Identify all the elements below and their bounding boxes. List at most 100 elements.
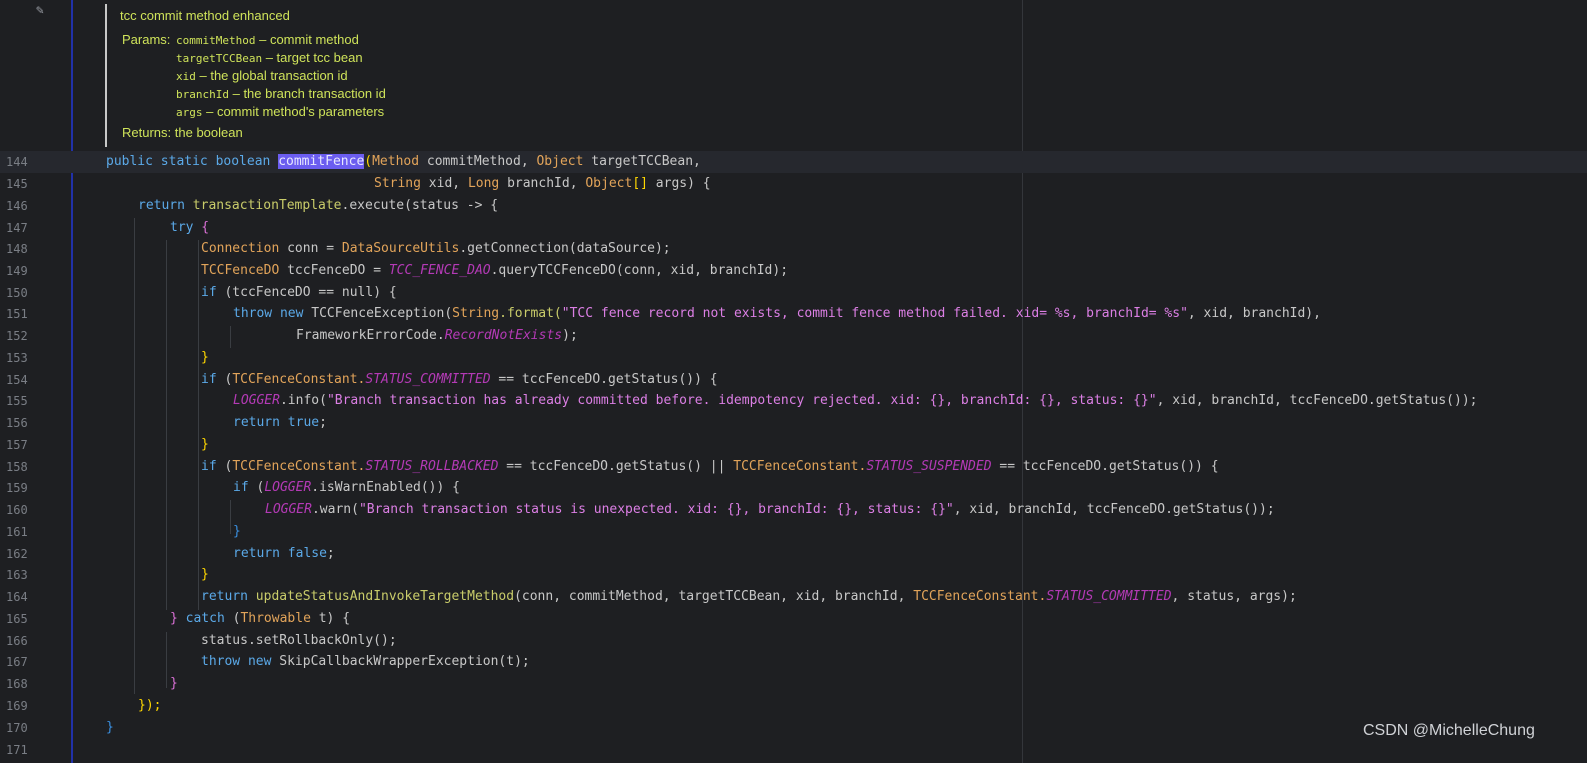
code-text[interactable]: LOGGER.warn("Branch transaction status i… xyxy=(265,499,1275,521)
code-text[interactable]: throw new TCCFenceException(String.forma… xyxy=(233,303,1321,325)
code-text[interactable]: if (TCCFenceConstant.STATUS_ROLLBACKED =… xyxy=(201,456,1219,478)
code-line[interactable]: 149 TCCFenceDO tccFenceDO = TCC_FENCE_DA… xyxy=(0,260,1587,282)
code-line[interactable]: 161 } xyxy=(0,521,1587,543)
code-text[interactable]: return false; xyxy=(233,543,335,565)
param-name: commitMethod xyxy=(176,34,256,47)
returns-desc: the boolean xyxy=(174,125,243,140)
line-number: 155 xyxy=(6,394,28,408)
javadoc-bar xyxy=(105,4,107,147)
param-desc: – the global transaction id xyxy=(195,68,348,83)
line-number: 171 xyxy=(6,743,28,757)
code-line-current[interactable]: 144 public static boolean commitFence(Me… xyxy=(0,151,1587,173)
code-text[interactable]: if (TCCFenceConstant.STATUS_COMMITTED ==… xyxy=(201,369,718,391)
watermark: CSDN @MichelleChung xyxy=(1363,722,1535,739)
code-text[interactable]: } xyxy=(201,564,209,586)
param-name: targetTCCBean xyxy=(176,52,263,65)
code-text[interactable]: status.setRollbackOnly(); xyxy=(201,630,397,652)
javadoc-title: tcc commit method enhanced xyxy=(120,8,290,23)
line-number: 160 xyxy=(6,503,28,517)
line-number: 153 xyxy=(6,351,28,365)
code-line[interactable]: 165 } catch (Throwable t) { xyxy=(0,608,1587,630)
code-text[interactable]: return updateStatusAndInvokeTargetMethod… xyxy=(201,586,1297,608)
line-number: 148 xyxy=(6,242,28,256)
line-number: 164 xyxy=(6,590,28,604)
code-line[interactable]: 146 return transactionTemplate.execute(s… xyxy=(0,195,1587,217)
code-line[interactable]: 171 xyxy=(0,739,1587,761)
param-desc: – target tcc bean xyxy=(262,50,363,65)
param-name: branchId xyxy=(176,88,229,101)
code-line[interactable]: 148 Connection conn = DataSourceUtils.ge… xyxy=(0,238,1587,260)
code-text[interactable]: } xyxy=(201,434,209,456)
line-number: 147 xyxy=(6,221,28,235)
code-text[interactable]: TCCFenceDO tccFenceDO = TCC_FENCE_DAO.qu… xyxy=(201,260,788,282)
code-line[interactable]: 147 try { xyxy=(0,217,1587,239)
code-line[interactable]: 152 FrameworkErrorCode.RecordNotExists); xyxy=(0,325,1587,347)
line-number: 144 xyxy=(6,155,28,169)
code-text[interactable]: } xyxy=(106,717,114,739)
line-number: 146 xyxy=(6,199,28,213)
code-line[interactable]: 166 status.setRollbackOnly(); xyxy=(0,630,1587,652)
code-text[interactable]: LOGGER.info("Branch transaction has alre… xyxy=(233,390,1477,412)
code-line[interactable]: 153 } xyxy=(0,347,1587,369)
line-number: 157 xyxy=(6,438,28,452)
code-text[interactable]: }); xyxy=(138,695,161,717)
code-line[interactable]: 169 }); xyxy=(0,695,1587,717)
rendered-javadoc: tcc commit method enhanced Params: commi… xyxy=(105,0,1005,147)
javadoc-returns-label: Returns: the boolean xyxy=(122,125,243,140)
param-desc: – commit method xyxy=(255,32,359,47)
line-number: 168 xyxy=(6,677,28,691)
line-number: 158 xyxy=(6,460,28,474)
line-number: 161 xyxy=(6,525,28,539)
code-text[interactable]: return true; xyxy=(233,412,327,434)
param-desc: – commit method's parameters xyxy=(202,104,385,119)
code-line[interactable]: 155 LOGGER.info("Branch transaction has … xyxy=(0,390,1587,412)
javadoc-param: commitMethod – commit method xyxy=(176,32,359,47)
javadoc-param: args – commit method's parameters xyxy=(176,104,384,119)
code-text[interactable]: } xyxy=(201,347,209,369)
code-text[interactable]: return transactionTemplate.execute(statu… xyxy=(138,195,498,217)
line-number: 162 xyxy=(6,547,28,561)
code-text[interactable]: FrameworkErrorCode.RecordNotExists); xyxy=(296,325,578,347)
code-line[interactable]: 154 if (TCCFenceConstant.STATUS_COMMITTE… xyxy=(0,369,1587,391)
code-text[interactable]: throw new SkipCallbackWrapperException(t… xyxy=(201,651,530,673)
code-line[interactable]: 163 } xyxy=(0,564,1587,586)
code-line[interactable]: 164 return updateStatusAndInvokeTargetMe… xyxy=(0,586,1587,608)
line-number: 169 xyxy=(6,699,28,713)
line-number: 154 xyxy=(6,373,28,387)
javadoc-param: xid – the global transaction id xyxy=(176,68,348,83)
javadoc-param: branchId – the branch transaction id xyxy=(176,86,386,101)
code-line[interactable]: 150 if (tccFenceDO == null) { xyxy=(0,282,1587,304)
code-line[interactable]: 145 String xid, Long branchId, Object[] … xyxy=(0,173,1587,195)
edit-pencil-icon[interactable]: ✎ xyxy=(36,3,44,18)
code-line[interactable]: 170 } xyxy=(0,717,1587,739)
line-number: 163 xyxy=(6,568,28,582)
code-line[interactable]: 162 return false; xyxy=(0,543,1587,565)
code-line[interactable]: 158 if (TCCFenceConstant.STATUS_ROLLBACK… xyxy=(0,456,1587,478)
code-line[interactable]: 156 return true; xyxy=(0,412,1587,434)
param-desc: – the branch transaction id xyxy=(228,86,386,101)
code-line[interactable]: 151 throw new TCCFenceException(String.f… xyxy=(0,303,1587,325)
javadoc-param: targetTCCBean – target tcc bean xyxy=(176,50,363,65)
line-number: 165 xyxy=(6,612,28,626)
line-number: 149 xyxy=(6,264,28,278)
code-line[interactable]: 160 LOGGER.warn("Branch transaction stat… xyxy=(0,499,1587,521)
code-text[interactable]: public static boolean commitFence(Method… xyxy=(106,151,701,173)
code-line[interactable]: 159 if (LOGGER.isWarnEnabled()) { xyxy=(0,477,1587,499)
code-text[interactable]: String xid, Long branchId, Object[] args… xyxy=(374,173,711,195)
line-number: 166 xyxy=(6,634,28,648)
code-line[interactable]: 157 } xyxy=(0,434,1587,456)
code-text[interactable]: try { xyxy=(170,217,209,239)
line-number: 151 xyxy=(6,307,28,321)
line-number: 156 xyxy=(6,416,28,430)
code-line[interactable]: 167 throw new SkipCallbackWrapperExcepti… xyxy=(0,651,1587,673)
code-text[interactable]: Connection conn = DataSourceUtils.getCon… xyxy=(201,238,671,260)
line-number: 167 xyxy=(6,655,28,669)
code-text[interactable]: } xyxy=(233,521,241,543)
selected-identifier: commitFence xyxy=(278,154,365,169)
code-text[interactable]: if (tccFenceDO == null) { xyxy=(201,282,397,304)
code-line[interactable]: 168 } xyxy=(0,673,1587,695)
code-text[interactable]: } catch (Throwable t) { xyxy=(170,608,350,630)
code-text[interactable]: if (LOGGER.isWarnEnabled()) { xyxy=(233,477,460,499)
code-text[interactable]: } xyxy=(170,673,178,695)
returns-label: Returns: xyxy=(122,125,172,140)
